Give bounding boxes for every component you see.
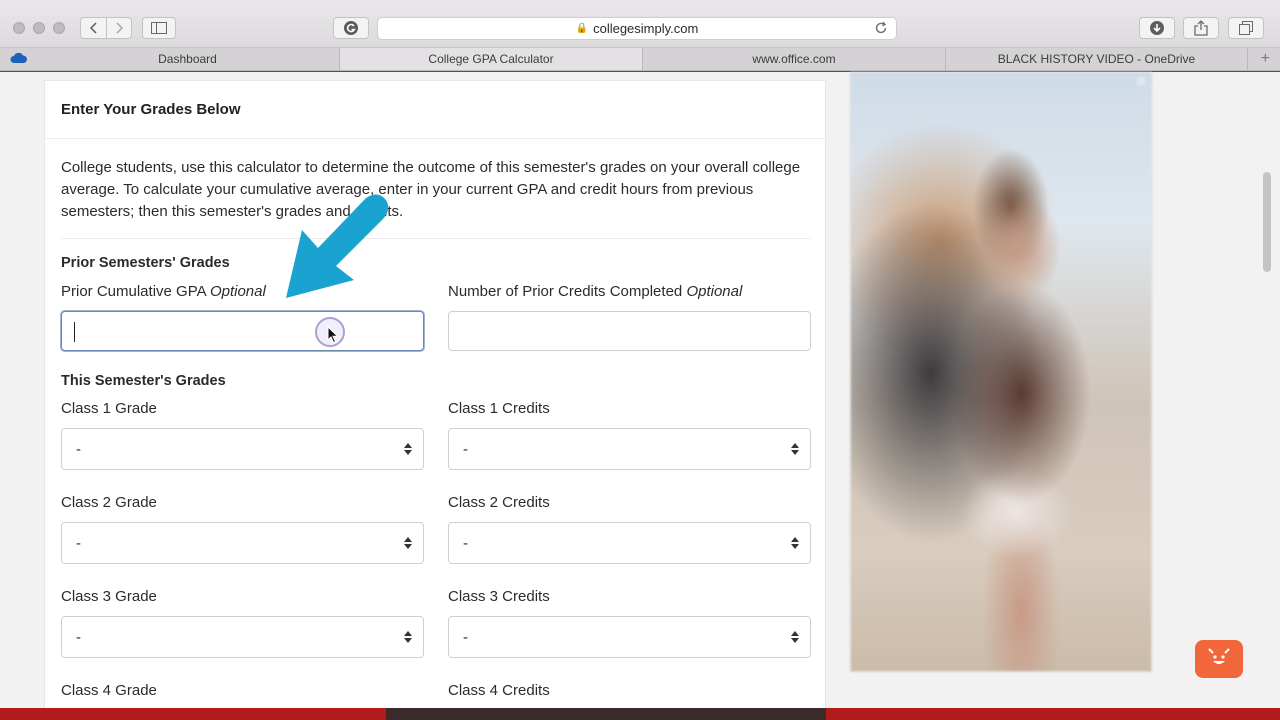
select-value: - [463,628,468,646]
class-2-grade-select[interactable]: - [61,522,424,564]
class-4-credits-label: Class 4 Credits [448,682,550,699]
select-chevron-icon [791,536,799,550]
prior-credits-label-text: Number of Prior Credits Completed [448,283,683,300]
arrow-annotation-icon [286,194,389,298]
select-value: - [76,628,81,646]
tab-label: BLACK HISTORY VIDEO - OneDrive [997,52,1196,66]
class-3-grade-label: Class 3 Grade [61,588,157,605]
select-value: - [76,440,81,458]
text-caret [74,322,75,342]
chat-widget-button[interactable] [1195,640,1243,678]
share-icon [1194,20,1208,36]
select-value: - [76,534,81,552]
tab-label: Dashboard [158,52,217,66]
new-tab-button[interactable]: + [1261,48,1270,70]
select-value: - [463,440,468,458]
this-semester-heading: This Semester's Grades [61,373,226,389]
grammarly-extension-button[interactable] [333,17,369,39]
page-scrollbar[interactable] [1263,172,1271,272]
class-1-grade-select[interactable]: - [61,428,424,470]
class-2-grade-label: Class 2 Grade [61,494,157,511]
tab-college-gpa-calculator[interactable]: College GPA Calculator [340,48,643,70]
prior-gpa-input[interactable] [61,311,424,351]
class-2-credits-label: Class 2 Credits [448,494,550,511]
select-chevron-icon [791,630,799,644]
sidebar-button[interactable] [142,17,176,39]
select-chevron-icon [404,630,412,644]
address-url: collegesimply.com [593,21,699,36]
gpa-calculator-card: Enter Your Grades Below College students… [44,80,826,720]
tabs-icon [1239,21,1253,35]
address-bar[interactable]: 🔒 collegesimply.com [377,17,897,40]
class-3-credits-label: Class 3 Credits [448,588,550,605]
close-window-button[interactable] [13,22,25,34]
class-3-grade-select[interactable]: - [61,616,424,658]
divider [61,238,811,239]
chat-face-icon [1208,648,1230,664]
onedrive-cloud-icon [10,52,27,63]
tab-label: College GPA Calculator [428,52,554,66]
grammarly-icon [344,21,358,35]
tab-black-history-video[interactable]: BLACK HISTORY VIDEO - OneDrive [946,48,1248,70]
background-strip-dark [386,708,826,720]
class-1-credits-label: Class 1 Credits [448,400,550,417]
tab-label: www.office.com [752,52,836,66]
background-strip [0,708,1280,720]
prior-credits-input[interactable] [448,311,811,351]
class-3-credits-select[interactable]: - [448,616,811,658]
prior-gpa-label: Prior Cumulative GPA Optional [61,283,266,300]
optional-tag: Optional [686,283,743,300]
ad-choices-icon[interactable] [1137,77,1145,85]
cursor-icon [327,326,339,344]
prior-semesters-heading: Prior Semesters' Grades [61,255,230,271]
download-icon [1150,21,1164,35]
optional-tag: Optional [209,283,266,300]
tab-bar: Dashboard College GPA Calculator www.off… [0,48,1280,71]
class-2-credits-select[interactable]: - [448,522,811,564]
back-icon [89,22,97,34]
tab-office[interactable]: www.office.com [643,48,946,70]
minimize-window-button[interactable] [33,22,45,34]
zoom-window-button[interactable] [53,22,65,34]
card-header: Enter Your Grades Below [45,81,825,139]
reload-icon[interactable] [874,21,888,38]
forward-button[interactable] [106,17,132,39]
class-4-grade-label: Class 4 Grade [61,682,157,699]
tab-dashboard[interactable]: Dashboard [36,48,340,70]
prior-credits-label: Number of Prior Credits Completed Option… [448,283,742,300]
advertisement-image[interactable] [850,72,1152,672]
prior-gpa-label-text: Prior Cumulative GPA [61,283,206,300]
select-chevron-icon [791,442,799,456]
select-chevron-icon [404,442,412,456]
intro-text: College students, use this calculator to… [61,159,801,220]
select-chevron-icon [404,536,412,550]
browser-toolbar: 🔒 collegesimply.com [0,0,1280,48]
class-1-credits-select[interactable]: - [448,428,811,470]
lock-icon: 🔒 [575,23,589,34]
forward-icon [116,22,124,34]
class-1-grade-label: Class 1 Grade [61,400,157,417]
share-button[interactable] [1183,17,1219,39]
sidebar-icon [151,22,167,34]
back-button[interactable] [80,17,106,39]
show-tabs-button[interactable] [1228,17,1264,39]
select-value: - [463,534,468,552]
downloads-button[interactable] [1139,17,1175,39]
page-content: Enter Your Grades Below College students… [0,72,1280,720]
